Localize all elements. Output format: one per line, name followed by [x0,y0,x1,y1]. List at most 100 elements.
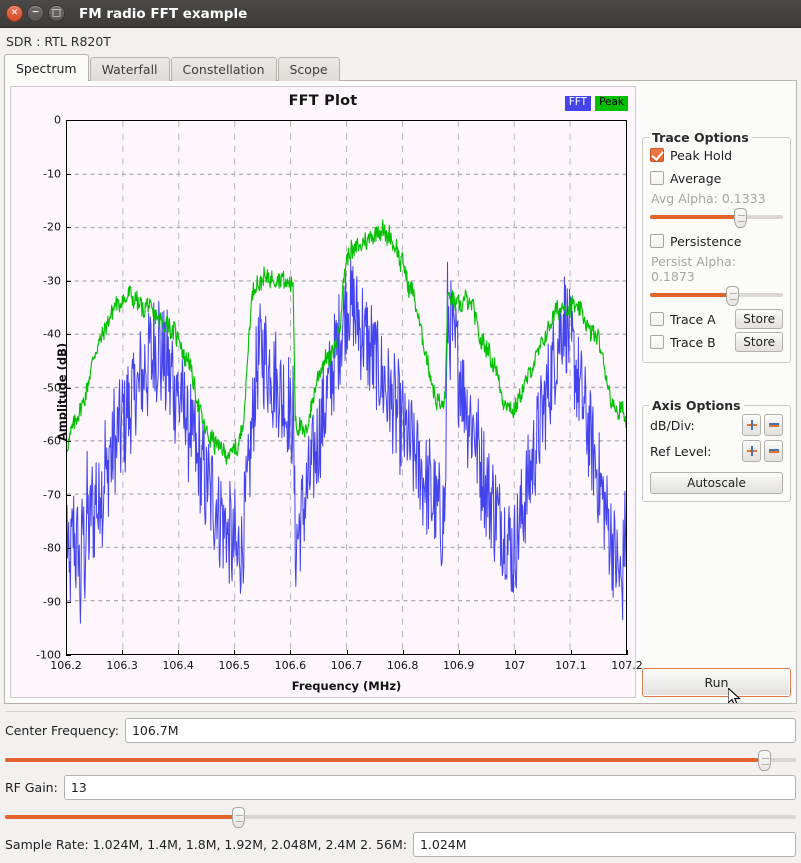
axis-options-group: Axis Options dB/Div: Ref Level: Autoscal… [642,398,791,502]
tab-scope-label: Scope [289,62,328,77]
center-frequency-fill [5,758,765,762]
persistence-checkbox[interactable] [650,234,664,248]
average-checkbox[interactable] [650,171,664,185]
x-tick-mark [122,650,124,655]
x-tick-mark [402,650,404,655]
fft-plot[interactable]: FFT Plot FFT Peak Amplitude (dB) Frequen… [10,86,643,698]
autoscale-button[interactable]: Autoscale [650,472,783,494]
title-bar: × − □ FM radio FFT example [0,0,801,28]
avg-alpha-fill [650,215,741,219]
tab-waterfall-label: Waterfall [101,62,158,77]
average-label: Average [670,170,722,186]
x-tick-mark [458,650,460,655]
peak-hold-label: Peak Hold [670,147,733,163]
minus-icon [768,423,779,427]
tab-spectrum[interactable]: Spectrum [4,54,89,81]
db-div-increase-button[interactable] [742,414,761,436]
avg-alpha-label: Avg Alpha: 0.1333 [651,191,766,206]
y-tick-label: -50 [43,381,61,394]
x-tick-label: 106.7 [330,659,363,672]
maximize-button[interactable]: □ [48,5,65,22]
axis-options-title: Axis Options [649,398,744,413]
y-tick-label: -20 [43,220,61,234]
trace-b-store-button[interactable]: Store [735,332,783,352]
tab-waterfall[interactable]: Waterfall [89,57,170,81]
x-tick-mark [234,650,236,655]
tab-constellation[interactable]: Constellation [170,57,277,81]
trace-b-row[interactable]: Trace B Store [650,332,783,352]
center-frequency-slider[interactable] [5,749,796,771]
x-tick-mark [514,650,516,655]
bottom-controls: Center Frequency: RF Gain: Sample Rate: … [0,704,801,863]
plot-legend: FFT Peak [564,96,628,111]
trace-b-checkbox[interactable] [650,335,664,349]
x-tick-label: 106.9 [442,659,475,672]
close-button[interactable]: × [6,5,23,22]
plus-icon [746,420,757,430]
trace-b-label: Trace B [670,334,716,350]
control-sidebar: Trace Options Peak Hold Average Avg Alph… [638,81,796,703]
peak-hold-row[interactable]: Peak Hold [650,145,783,165]
x-tick-mark [570,650,572,655]
y-tick-label: -40 [43,327,61,341]
x-tick-label: 106.8 [386,659,419,672]
x-tick-mark [290,650,292,655]
persistence-label: Persistence [670,233,742,249]
sample-rate-row: Sample Rate: 1.024M, 1.4M, 1.8M, 1.92M, … [5,832,796,857]
ref-level-increase-button[interactable] [742,440,761,462]
db-div-label: dB/Div: [650,417,695,433]
rf-gain-handle[interactable] [232,807,246,828]
persistence-row[interactable]: Persistence [650,231,783,251]
tab-bar: Spectrum Waterfall Constellation Scope [0,54,801,81]
plus-icon [746,446,757,456]
legend-item-peak[interactable]: Peak [595,96,628,111]
rf-gain-input[interactable] [63,775,796,800]
run-button[interactable]: Run [642,668,791,697]
close-icon: × [10,7,19,18]
x-tick-label: 106.6 [274,659,307,672]
y-tick-mark [66,387,71,389]
trace-a-store-button[interactable]: Store [735,309,783,329]
y-tick-mark [66,280,71,282]
window-title: FM radio FFT example [79,5,248,22]
x-tick-label: 106.3 [106,659,138,672]
legend-item-fft[interactable]: FFT [564,96,592,111]
y-tick-label: 0 [54,113,61,127]
average-row[interactable]: Average [650,168,783,188]
minimize-button[interactable]: − [27,5,44,22]
tab-scope[interactable]: Scope [277,57,340,81]
y-tick-mark [66,173,71,175]
trace-a-row[interactable]: Trace A Store [650,309,783,329]
trace-a-label: Trace A [670,311,716,327]
db-div-row: dB/Div: [650,414,783,436]
run-button-label: Run [704,675,729,690]
plot-canvas [67,121,626,654]
divider [5,711,796,712]
trace-a-checkbox[interactable] [650,312,664,326]
application-window: × − □ FM radio FFT example SDR : RTL R82… [0,0,801,863]
y-tick-label: -10 [43,167,61,180]
plot-axes: 0 -10 -20 -30 -40 -50 -60 -70 -80 -90 -100 106.2 10… [36,114,643,673]
persist-alpha-fill [650,293,733,297]
y-tick-mark [66,601,71,603]
rf-gain-slider[interactable] [5,806,796,828]
tab-constellation-label: Constellation [182,62,265,77]
y-tick-mark [66,334,71,335]
persist-alpha-slider[interactable] [650,285,783,306]
x-axis-label: Frequency (MHz) [291,679,402,693]
x-tick-mark [627,650,628,655]
sample-rate-input[interactable] [412,832,796,857]
db-div-decrease-button[interactable] [764,414,783,436]
center-frequency-handle[interactable] [758,750,772,771]
peak-hold-checkbox[interactable] [650,148,664,162]
rf-gain-label: RF Gain: [5,780,58,795]
avg-alpha-handle[interactable] [734,208,748,228]
y-tick-mark [66,227,71,228]
y-tick-label: -70 [43,488,61,501]
ref-level-decrease-button[interactable] [764,440,783,462]
center-frequency-input[interactable] [124,718,796,743]
x-tick-label: 106.4 [162,659,194,672]
persist-alpha-handle[interactable] [726,286,740,306]
avg-alpha-slider[interactable] [650,207,783,228]
ref-level-spinners [742,440,783,462]
